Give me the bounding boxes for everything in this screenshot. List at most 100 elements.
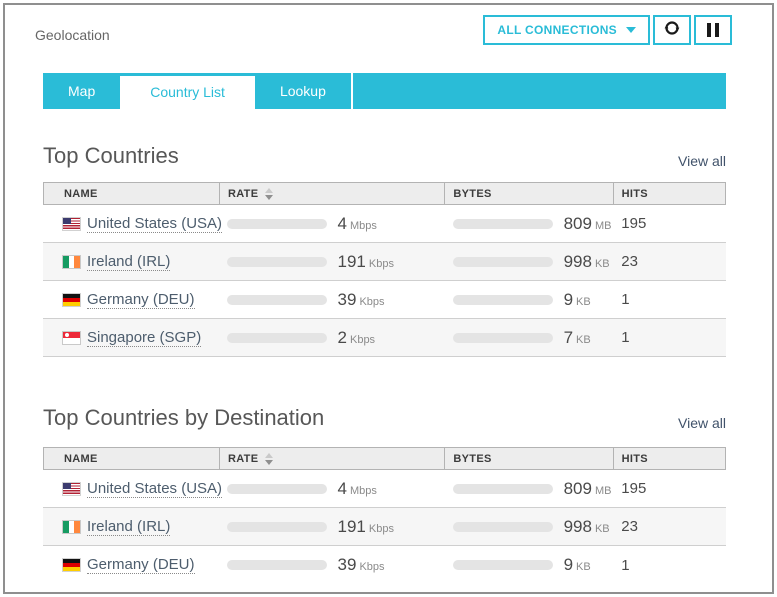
rate-bar-track (227, 333, 327, 343)
country-link[interactable]: Ireland (IRL) (87, 518, 170, 536)
country-link[interactable]: Germany (DEU) (87, 556, 195, 574)
section-title: Top Countries (43, 143, 179, 169)
sort-icon[interactable] (265, 453, 273, 465)
bytes-unit: KB (576, 334, 591, 346)
top-countries-by-destination-header: Top Countries by Destination View all (43, 405, 726, 431)
view-all-link[interactable]: View all (678, 153, 726, 169)
column-header-name: NAME (44, 448, 219, 469)
column-header-bytes: BYTES (444, 448, 612, 469)
bytes-value: 998 (564, 517, 592, 536)
rate-unit: Kbps (369, 523, 394, 535)
bytes-bar-track (453, 560, 553, 570)
tab-country-list[interactable]: Country List (120, 73, 255, 109)
ireland-flag-icon (63, 256, 80, 268)
hits-value: 195 (613, 480, 726, 497)
rate-value: 39 (338, 290, 357, 309)
bytes-bar-track (453, 333, 553, 343)
tab-lookup[interactable]: Lookup (255, 73, 353, 109)
bytes-unit: MB (595, 485, 612, 497)
table-header-row: NAME RATE BYTES HITS (43, 182, 726, 205)
country-link[interactable]: Ireland (IRL) (87, 253, 170, 271)
country-link[interactable]: Germany (DEU) (87, 291, 195, 309)
column-header-hits: HITS (613, 448, 725, 469)
top-countries-header: Top Countries View all (43, 143, 726, 169)
country-link[interactable]: Singapore (SGP) (87, 329, 201, 347)
rate-value: 191 (338, 252, 366, 271)
hits-value: 23 (613, 253, 726, 270)
country-link[interactable]: United States (USA) (87, 215, 222, 233)
bytes-unit: KB (576, 296, 591, 308)
top-countries-by-destination-table: NAME RATE BYTES HITS United States (USA)… (43, 447, 726, 584)
hits-value: 1 (613, 557, 726, 574)
us-flag-icon (63, 218, 80, 230)
column-header-hits: HITS (613, 183, 725, 204)
rate-unit: Mbps (350, 220, 377, 232)
table-row: United States (USA) 4Mbps 809MB 195 (43, 470, 726, 508)
table-row: United States (USA) 4Mbps 809MB 195 (43, 205, 726, 243)
app-frame: Geolocation ALL CONNECTIONS (3, 3, 774, 594)
pause-icon (707, 23, 719, 37)
all-connections-label: ALL CONNECTIONS (497, 23, 617, 37)
section-title: Top Countries by Destination (43, 405, 324, 431)
table-header-row: NAME RATE BYTES HITS (43, 447, 726, 470)
bytes-value: 998 (564, 252, 592, 271)
hits-value: 23 (613, 518, 726, 535)
rate-unit: Kbps (359, 296, 384, 308)
rate-value: 39 (338, 555, 357, 574)
germany-flag-icon (63, 559, 80, 571)
top-countries-table: NAME RATE BYTES HITS United States (USA)… (43, 182, 726, 357)
table-row: Germany (DEU) 39Kbps 9KB 1 (43, 281, 726, 319)
rate-unit: Kbps (369, 258, 394, 270)
refresh-button[interactable] (653, 15, 691, 45)
bytes-unit: MB (595, 220, 612, 232)
toolbar: ALL CONNECTIONS (483, 15, 732, 45)
all-connections-dropdown[interactable]: ALL CONNECTIONS (483, 15, 650, 45)
column-header-rate[interactable]: RATE (219, 448, 444, 469)
ireland-flag-icon (63, 521, 80, 533)
bytes-value: 9 (564, 290, 573, 309)
column-header-bytes: BYTES (444, 183, 612, 204)
us-flag-icon (63, 483, 80, 495)
page-title: Geolocation (35, 15, 110, 43)
germany-flag-icon (63, 294, 80, 306)
topbar: Geolocation ALL CONNECTIONS (35, 15, 732, 45)
rate-value: 4 (338, 214, 347, 233)
sort-icon[interactable] (265, 188, 273, 200)
rate-bar-track (227, 522, 327, 532)
table-row: Germany (DEU) 39Kbps 9KB 1 (43, 546, 726, 584)
rate-unit: Kbps (359, 561, 384, 573)
bytes-value: 809 (564, 479, 592, 498)
rate-unit: Mbps (350, 485, 377, 497)
bytes-value: 809 (564, 214, 592, 233)
rate-header-label: RATE (228, 453, 258, 465)
rate-header-label: RATE (228, 188, 258, 200)
rate-value: 2 (338, 328, 347, 347)
pause-button[interactable] (694, 15, 732, 45)
country-link[interactable]: United States (USA) (87, 480, 222, 498)
tab-map[interactable]: Map (43, 73, 120, 109)
rate-unit: Kbps (350, 334, 375, 346)
bytes-bar-track (453, 522, 553, 532)
rate-bar-track (227, 560, 327, 570)
rate-value: 191 (338, 517, 366, 536)
bytes-unit: KB (595, 258, 610, 270)
refresh-icon (663, 19, 681, 42)
bytes-bar-track (453, 484, 553, 494)
table-row: Ireland (IRL) 191Kbps 998KB 23 (43, 243, 726, 281)
rate-bar-track (227, 219, 327, 229)
tab-bar: Map Country List Lookup (43, 73, 726, 109)
rate-bar-track (227, 295, 327, 305)
bytes-value: 7 (564, 328, 573, 347)
rate-bar-track (227, 484, 327, 494)
bytes-bar-track (453, 219, 553, 229)
singapore-flag-icon (63, 332, 80, 344)
bytes-unit: KB (595, 523, 610, 535)
bytes-value: 9 (564, 555, 573, 574)
hits-value: 1 (613, 291, 726, 308)
column-header-rate[interactable]: RATE (219, 183, 444, 204)
hits-value: 1 (613, 329, 726, 346)
column-header-name: NAME (44, 183, 219, 204)
view-all-link[interactable]: View all (678, 415, 726, 431)
bytes-bar-track (453, 295, 553, 305)
chevron-down-icon (626, 27, 636, 33)
